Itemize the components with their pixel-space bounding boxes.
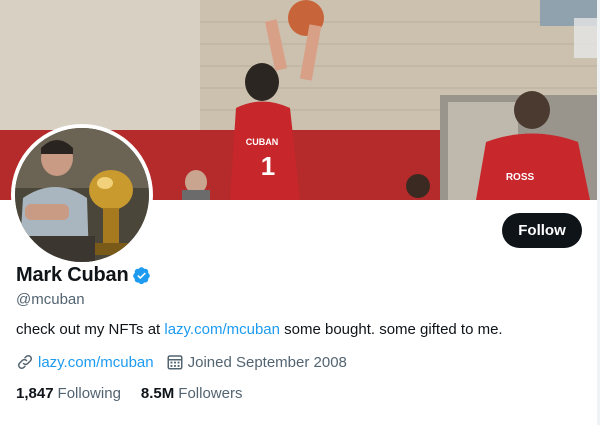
profile-meta: lazy.com/mcuban Joined September 2008 xyxy=(16,353,347,371)
follow-button[interactable]: Follow xyxy=(502,213,582,248)
link-icon xyxy=(16,353,34,371)
profile-handle: @mcuban xyxy=(16,291,85,308)
avatar-image xyxy=(15,128,149,262)
following-count: 1,847 xyxy=(16,385,54,402)
profile-bio: check out my NFTs at lazy.com/mcuban som… xyxy=(16,321,503,338)
bio-link[interactable]: lazy.com/mcuban xyxy=(164,321,280,338)
followers-label: Followers xyxy=(178,385,243,402)
svg-text:CUBAN: CUBAN xyxy=(246,137,279,147)
following-link[interactable]: 1,847 Following xyxy=(16,385,121,402)
profile-name-row: Mark Cuban xyxy=(16,264,151,287)
svg-text:ROSS: ROSS xyxy=(506,172,535,183)
display-name: Mark Cuban xyxy=(16,264,129,286)
website-link[interactable]: lazy.com/mcuban xyxy=(38,354,154,371)
following-label: Following xyxy=(57,385,121,402)
website-item: lazy.com/mcuban xyxy=(16,353,154,371)
joined-date: Joined September 2008 xyxy=(187,353,347,371)
followers-count: 8.5M xyxy=(140,385,175,402)
calendar-icon xyxy=(166,353,184,371)
verified-badge-icon[interactable] xyxy=(132,266,151,285)
bio-text-before: check out my NFTs at xyxy=(16,321,165,338)
bio-text-after: some bought. some gifted to me. xyxy=(279,321,503,338)
followers-link[interactable]: 8.5M Followers xyxy=(141,385,243,402)
joined-item: Joined September 2008 xyxy=(166,353,347,371)
profile-avatar[interactable] xyxy=(11,124,153,266)
profile-stats: 1,847 Following 8.5M Followers xyxy=(16,385,242,402)
svg-text:1: 1 xyxy=(261,151,275,181)
